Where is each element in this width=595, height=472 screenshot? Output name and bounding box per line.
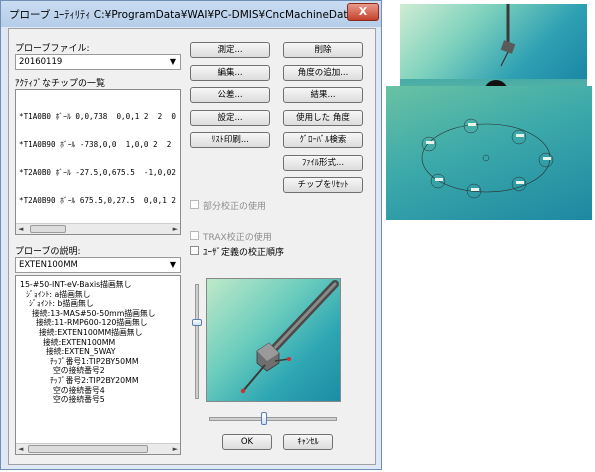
probe-description-value: EXTEN100MM xyxy=(19,260,78,270)
tree-item[interactable]: 接続:11-RMP600-120描画無し xyxy=(20,318,156,328)
probe-file-value: 20160119 xyxy=(19,57,63,67)
trax-calibration-label: TRAX校正の使用 xyxy=(203,233,272,243)
tree-horizontal-scrollbar[interactable]: ◄ ► xyxy=(16,443,180,454)
used-angle-button[interactable]: 使用した 角度 xyxy=(283,110,363,126)
trax-calibration-checkbox[interactable] xyxy=(190,231,199,240)
scroll-thumb[interactable] xyxy=(28,445,148,453)
window-title: プローブ ﾕｰﾃｨﾘﾃｨ C:¥ProgramData¥WAI¥PC-DMIS¥… xyxy=(9,9,349,21)
tree-item[interactable]: ﾁｯﾌﾟ番号1:TIP2BY50MM xyxy=(20,357,156,367)
tip-list-item[interactable]: *T2A0B0 ﾎﾞｰﾙ -27.5,0,675.5 -1,0,02 2 0 0 xyxy=(19,168,180,177)
tips-horizontal-scrollbar[interactable]: ◄ ► xyxy=(16,223,180,234)
tree-item[interactable]: 空の接続番号5 xyxy=(20,395,156,405)
tree-item[interactable]: ｼﾞｮｲﾝﾄ: a描画無し xyxy=(20,290,156,300)
tree-item[interactable]: 接続:EXTEN100MM描画無し xyxy=(20,328,156,338)
tolerance-button[interactable]: 公差... xyxy=(190,87,270,103)
scroll-left-icon[interactable]: ◄ xyxy=(18,445,23,454)
close-button[interactable]: X xyxy=(347,3,379,21)
partial-calibration-checkbox[interactable] xyxy=(190,200,199,209)
global-search-button[interactable]: ｸﾞﾛｰﾊﾞﾙ検索 xyxy=(283,132,363,148)
probe-file-label: プローブファイル: xyxy=(15,44,90,54)
tip-list-item[interactable]: *T1A0B0 ﾎﾞｰﾙ 0,0,738 0,0,1 2 2 0 0 U xyxy=(19,112,180,121)
delete-button[interactable]: 削除 xyxy=(283,42,363,58)
dialog-client: プローブファイル: 20160119 ▼ ｱｸﾃｨﾌﾞなチップの一覧 *T1A0… xyxy=(8,28,376,465)
ok-button[interactable]: OK xyxy=(222,434,272,450)
scroll-right-icon[interactable]: ► xyxy=(173,225,178,233)
probe-component-tree[interactable]: 15-#50-INT-eV-Baxis描画無し ｼﾞｮｲﾝﾄ: a描画無し ｼﾞ… xyxy=(15,275,181,455)
rotate-horizontal-slider-thumb[interactable] xyxy=(261,412,267,425)
user-defined-order-checkbox[interactable] xyxy=(190,246,199,255)
tree-item[interactable]: ﾁｯﾌﾟ番号2:TIP2BY20MM xyxy=(20,376,156,386)
tree-item[interactable]: 接続:13-MAS#50-50mm描画無し xyxy=(20,309,156,319)
background-3d-viewport-bottom xyxy=(386,86,592,220)
scroll-right-icon[interactable]: ► xyxy=(173,445,178,454)
measure-button[interactable]: 測定... xyxy=(190,42,270,58)
tip-list-item[interactable]: *T2A0B90 ﾎﾞｰﾙ 675.5,0,27.5 0,0,1 2 2 0 0 xyxy=(19,196,180,205)
add-angle-button[interactable]: 角度の追加... xyxy=(283,65,363,81)
reset-tips-button[interactable]: チップをﾘｾｯﾄ xyxy=(283,177,363,193)
rotate-horizontal-slider[interactable] xyxy=(209,417,337,421)
probe-model-graphic xyxy=(240,280,339,394)
tree-item[interactable]: 15-#50-INT-eV-Baxis描画無し xyxy=(20,280,156,290)
probe-description-select[interactable]: EXTEN100MM ▼ xyxy=(15,257,181,273)
tree-item[interactable]: 空の接続番号2 xyxy=(20,366,156,376)
zoom-vertical-slider-thumb[interactable] xyxy=(192,319,202,326)
user-defined-order-label: ﾕｰｻﾞ定義の校正順序 xyxy=(203,248,285,258)
active-tips-list[interactable]: *T1A0B0 ﾎﾞｰﾙ 0,0,738 0,0,1 2 2 0 0 U *T1… xyxy=(15,89,181,235)
probe-3d-preview[interactable] xyxy=(206,278,341,402)
scroll-left-icon[interactable]: ◄ xyxy=(18,225,23,233)
scroll-thumb[interactable] xyxy=(30,225,66,233)
list-print-button[interactable]: ﾘｽﾄ印刷... xyxy=(190,132,270,148)
probe-file-select[interactable]: 20160119 ▼ xyxy=(15,54,181,70)
results-button[interactable]: 結果... xyxy=(283,87,363,103)
probe-utility-window: プローブ ﾕｰﾃｨﾘﾃｨ C:¥ProgramData¥WAI¥PC-DMIS¥… xyxy=(0,0,382,470)
file-format-button[interactable]: ﾌｧｲﾙ形式... xyxy=(283,155,363,171)
chevron-down-icon[interactable]: ▼ xyxy=(170,260,176,269)
partial-calibration-label: 部分校正の使用 xyxy=(203,202,267,212)
chevron-down-icon[interactable]: ▼ xyxy=(170,57,176,66)
tree-item[interactable]: 接続:EXTEN100MM xyxy=(20,338,156,348)
tree-item[interactable]: ｼﾞｮｲﾝﾄ: b描画無し xyxy=(20,299,156,309)
zoom-vertical-slider[interactable] xyxy=(195,284,199,399)
probe-description-label: プローブの説明: xyxy=(15,247,81,257)
cancel-button[interactable]: ｷｬﾝｾﾙ xyxy=(283,434,333,450)
tip-list-item[interactable]: *T1A0B90 ﾎﾞｰﾙ -738,0,0 1,0,0 2 2 0 90 xyxy=(19,140,180,149)
tree-item[interactable]: 接続:EXTEN_5WAY xyxy=(20,347,156,357)
title-bar[interactable]: プローブ ﾕｰﾃｨﾘﾃｨ C:¥ProgramData¥WAI¥PC-DMIS¥… xyxy=(1,1,381,27)
edit-button[interactable]: 編集... xyxy=(190,65,270,81)
active-tips-label: ｱｸﾃｨﾌﾞなチップの一覧 xyxy=(15,79,106,89)
setup-button[interactable]: 設定... xyxy=(190,110,270,126)
calibration-tip-ring-graphic xyxy=(421,118,554,199)
tree-item[interactable]: 空の接続番号4 xyxy=(20,386,156,396)
